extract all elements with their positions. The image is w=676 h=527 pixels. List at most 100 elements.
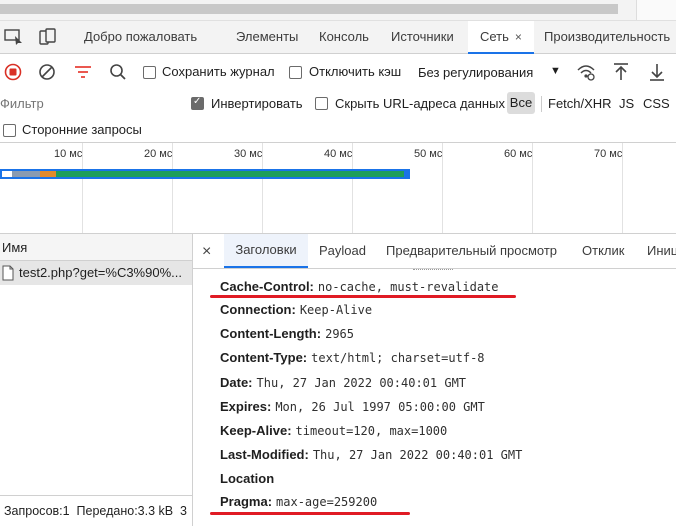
header-name: Last-Modified:: [220, 447, 309, 462]
horizontal-scrollbar[interactable]: [0, 0, 676, 21]
header-name: Pragma:: [220, 494, 273, 509]
header-name: Connection:: [220, 302, 296, 317]
third-party-label: Сторонние запросы: [22, 122, 142, 137]
inspect-element-icon[interactable]: [4, 28, 24, 49]
download-icon[interactable]: [648, 62, 666, 85]
tab-elements[interactable]: Элементы: [236, 21, 298, 53]
filter-icon[interactable]: [74, 64, 92, 83]
filter-bar: Инвертировать Скрыть URL-адреса данных В…: [0, 90, 676, 118]
timeline-overview[interactable]: 10 мс 20 мс 30 мс 40 мс 50 мс 60 мс 70 м…: [0, 143, 676, 234]
filter-type-css[interactable]: CSS: [643, 96, 670, 111]
header-name: Date:: [220, 375, 253, 390]
waterfall-ssl: [40, 171, 56, 177]
header-value: Thu, 27 Jan 2022 00:40:01 GMT: [312, 448, 523, 462]
tick-label: 50 мс: [414, 148, 443, 160]
tab-response[interactable]: Отклик: [582, 234, 624, 268]
tab-network-label: Сеть: [480, 29, 509, 44]
header-name: Location: [220, 471, 275, 486]
scrollbar-thumb[interactable]: [0, 4, 618, 14]
tab-preview[interactable]: Предварительный просмотр: [386, 234, 557, 268]
header-value: no-cache, must-revalidate: [317, 280, 499, 294]
header-row: Content-Length: 2965: [220, 324, 354, 344]
third-party-checkbox[interactable]: [3, 124, 16, 137]
preserve-log-label: Сохранить журнал: [162, 64, 275, 79]
throttling-select[interactable]: Без регулирования ▼: [410, 59, 566, 85]
header-name: Keep-Alive:: [220, 423, 292, 438]
header-row: Keep-Alive: timeout=120, max=1000: [220, 421, 447, 441]
device-toolbar-icon[interactable]: [38, 28, 58, 49]
header-value: max-age=259200: [276, 495, 378, 509]
filter-type-all[interactable]: Все: [507, 92, 535, 114]
third-party-bar: Сторонние запросы: [0, 118, 676, 143]
header-value: Thu, 27 Jan 2022 00:40:01 GMT: [256, 376, 467, 390]
chevron-down-icon: ▼: [550, 65, 561, 77]
upload-icon[interactable]: [612, 62, 630, 85]
header-value: 2965: [325, 327, 354, 341]
disable-cache-checkbox[interactable]: [289, 66, 302, 79]
close-icon[interactable]: ×: [202, 243, 211, 261]
tick-label: 30 мс: [234, 148, 263, 160]
record-stop-icon[interactable]: [4, 63, 22, 84]
header-value: Keep-Alive: [299, 303, 373, 317]
close-tab-icon[interactable]: ×: [515, 30, 522, 44]
hide-data-urls-checkbox[interactable]: [315, 97, 328, 110]
header-value: text/html; charset=utf-8: [311, 351, 485, 365]
header-row: Content-Type: text/html; charset=utf-8: [220, 348, 485, 368]
header-row: Connection: Keep-Alive: [220, 300, 372, 320]
disable-cache-label: Отключить кэш: [309, 64, 402, 79]
header-value: timeout=120, max=1000: [295, 424, 448, 438]
preserve-log-checkbox[interactable]: [143, 66, 156, 79]
request-details: × Заголовки Payload Предварительный прос…: [193, 234, 676, 526]
red-underline-annotation: [210, 295, 516, 298]
tick-label: 10 мс: [54, 148, 83, 160]
column-header-label: Имя: [2, 240, 28, 255]
header-row: Pragma: max-age=259200: [220, 492, 377, 512]
document-icon: [2, 265, 14, 284]
tab-initiator[interactable]: Иници: [647, 234, 676, 268]
tab-performance[interactable]: Производительность: [544, 21, 670, 53]
tick-label: 60 мс: [504, 148, 533, 160]
header-name: Content-Length:: [220, 326, 322, 341]
filter-type-js[interactable]: JS: [619, 96, 634, 111]
header-row: Cache-Control: no-cache, must-revalidate: [220, 277, 499, 297]
search-icon[interactable]: [109, 63, 127, 84]
scroll-cut-indicator: [413, 269, 453, 272]
request-list: Имя test2.php?get=%C3%90%... Запросов:1 …: [0, 234, 193, 527]
status-summary: Запросов:1 Передано:3.3 kB 3: [4, 504, 188, 518]
tab-payload[interactable]: Payload: [319, 234, 366, 268]
header-name: Expires:: [220, 399, 272, 414]
filter-input[interactable]: [0, 93, 176, 113]
header-row: Location: [220, 469, 278, 489]
waterfall-queue: [2, 171, 12, 177]
header-row: Date: Thu, 27 Jan 2022 00:40:01 GMT: [220, 373, 466, 393]
devtools-tab-bar: Добро пожаловать Элементы Консоль Источн…: [0, 21, 676, 54]
tick-label: 20 мс: [144, 148, 173, 160]
invert-checkbox[interactable]: [191, 96, 204, 110]
header-value: Mon, 26 Jul 1997 05:00:00 GMT: [275, 400, 485, 414]
hide-data-urls-label: Скрыть URL-адреса данных: [335, 96, 505, 111]
header-name: Content-Type:: [220, 350, 308, 365]
waterfall-stalled: [12, 171, 40, 177]
status-bar: Запросов:1 Передано:3.3 kB 3: [0, 495, 192, 527]
column-header-name[interactable]: Имя: [0, 234, 192, 261]
waterfall-waiting: [56, 171, 404, 177]
network-toolbar: Сохранить журнал Отключить кэш Без регул…: [0, 54, 676, 91]
filter-type-fetch-xhr[interactable]: Fetch/XHR: [548, 96, 612, 111]
header-row: Expires: Mon, 26 Jul 1997 05:00:00 GMT: [220, 397, 485, 417]
network-conditions-icon[interactable]: [576, 63, 596, 84]
divider: [541, 96, 542, 112]
throttling-value: Без регулирования: [418, 65, 534, 80]
red-underline-annotation: [210, 512, 410, 515]
tab-welcome[interactable]: Добро пожаловать: [84, 21, 197, 53]
tab-headers[interactable]: Заголовки: [224, 234, 308, 268]
request-name: test2.php?get=%C3%90%...: [19, 265, 182, 280]
tab-network[interactable]: Сеть ×: [468, 21, 534, 54]
details-tab-bar: × Заголовки Payload Предварительный прос…: [193, 234, 676, 269]
invert-label: Инвертировать: [211, 96, 303, 111]
tab-console[interactable]: Консоль: [319, 21, 369, 53]
tab-sources[interactable]: Источники: [391, 21, 454, 53]
clear-icon[interactable]: [38, 63, 56, 84]
header-name: Cache-Control:: [220, 279, 314, 294]
table-row[interactable]: test2.php?get=%C3%90%...: [0, 261, 192, 285]
header-row: Last-Modified: Thu, 27 Jan 2022 00:40:01 …: [220, 445, 522, 465]
